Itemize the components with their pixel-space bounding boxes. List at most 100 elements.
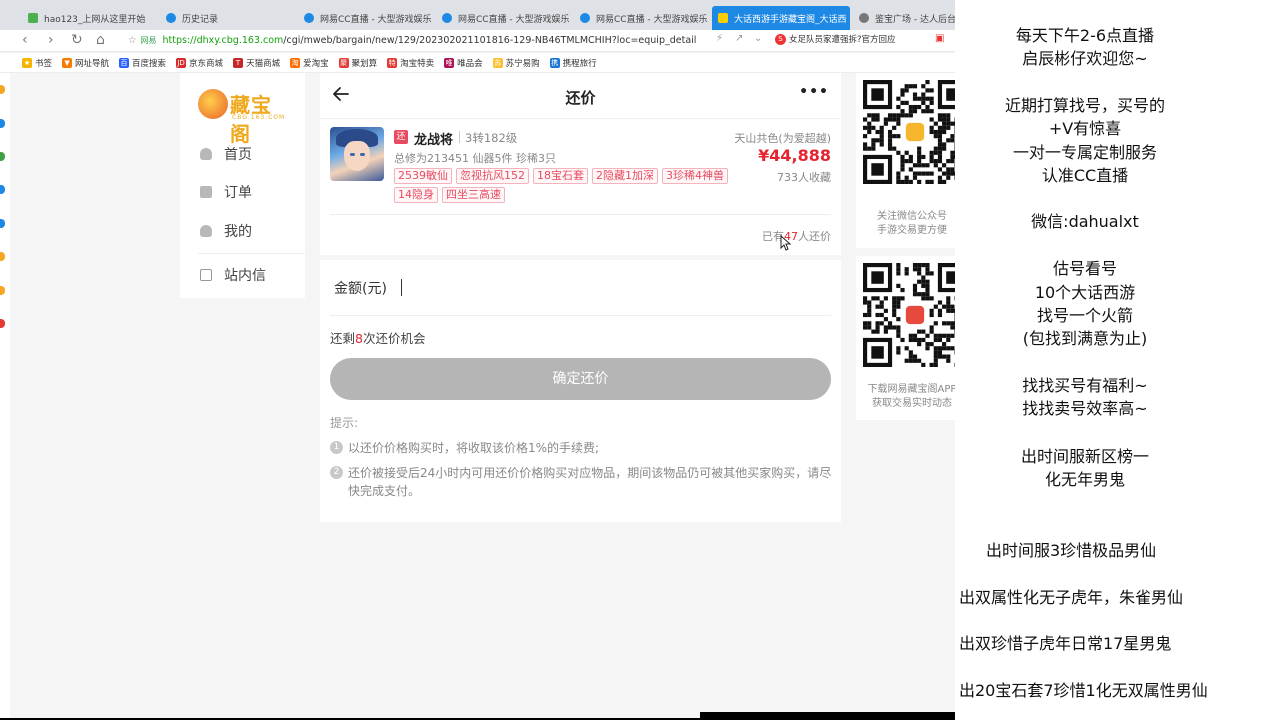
star-icon[interactable]: ☆ xyxy=(128,35,137,46)
tab-bar: hao123_上网从这里开始 历史记录 网易CC直播 - 大型游戏娱乐 网易CC… xyxy=(0,0,955,30)
home-icon[interactable]: ⌂ xyxy=(96,32,105,48)
sale-icon: 特 xyxy=(387,57,398,68)
tab-hao123[interactable]: hao123_上网从这里开始 xyxy=(22,6,157,30)
qr-module xyxy=(937,138,943,143)
avatar-eye xyxy=(360,153,365,156)
qr-module xyxy=(933,304,938,309)
attribute-tag: 18宝石套 xyxy=(533,168,588,184)
remaining-suffix: 次还价机会 xyxy=(362,331,426,346)
qr-module xyxy=(946,167,951,172)
bookmark-item[interactable]: 携携程旅行 xyxy=(549,57,597,69)
qr-module xyxy=(900,154,905,160)
role-name: 龙战将 xyxy=(414,133,454,148)
confirm-bargain-button[interactable]: 确定还价 xyxy=(330,358,831,400)
reload-icon[interactable]: ↻ xyxy=(71,32,83,48)
qr-module xyxy=(933,354,938,359)
character-avatar[interactable] xyxy=(330,127,384,181)
qr-module xyxy=(950,138,955,143)
qr-module xyxy=(867,308,872,313)
qr-module xyxy=(896,117,901,122)
qr-module xyxy=(937,113,943,118)
forward-icon[interactable]: › xyxy=(48,32,54,48)
qr-module xyxy=(904,159,909,164)
amount-input[interactable] xyxy=(401,279,402,296)
cc-live-icon xyxy=(442,13,452,23)
bookmark-label: 苏宁易购 xyxy=(505,58,540,69)
remaining-number: 8 xyxy=(355,331,363,346)
taobao-icon: 淘 xyxy=(290,57,301,68)
side-app-icon[interactable] xyxy=(0,119,5,128)
side-app-icon[interactable] xyxy=(0,185,5,194)
bookmark-item[interactable]: 苏苏宁易购 xyxy=(492,57,540,69)
search-input[interactable]: S 女足队员家遭强拆?官方回应 xyxy=(775,32,925,49)
back-icon[interactable]: ‹ xyxy=(22,32,28,48)
lightning-icon[interactable]: ⚡ xyxy=(716,33,723,44)
bookmark-label: 天猫商城 xyxy=(246,58,281,69)
bookmark-label: 携程旅行 xyxy=(562,58,597,69)
qr-module xyxy=(929,312,934,318)
sidebar-item-orders[interactable]: 订单 xyxy=(200,182,252,202)
extension-icon[interactable]: ▣ xyxy=(935,33,944,44)
url-field[interactable]: ☆ 网易 https://dhxy.cbg.163.com/cgi/mweb/bar… xyxy=(128,32,708,50)
attribute-tag: 2隐藏1加深 xyxy=(592,168,658,184)
panel-line: 微信:dahualxt xyxy=(1031,212,1139,231)
side-app-icon[interactable] xyxy=(0,252,5,261)
qr-module xyxy=(921,275,926,280)
tab-jianbao[interactable]: 鉴宝广场 - 达人后台系统 xyxy=(853,6,955,30)
panel-line: (包找到满意为止) xyxy=(1022,329,1148,348)
bookmarks-bar: ★ 书签 ▼ 网址导航 百百度搜索 JD 京东商城 T 天猫商城 淘爱淘宝 聚聚划算 特… xyxy=(0,53,955,73)
qr-module xyxy=(875,113,880,118)
sidebar-item-mine[interactable]: 我的 xyxy=(200,221,252,241)
qr-module xyxy=(900,88,905,93)
qr-module xyxy=(925,342,930,347)
sidebar: 藏宝阁 CBG.163.COM 首页 订单 我的 站内信 xyxy=(180,73,305,298)
panel-line: 每天下午2-6点直播 xyxy=(1015,26,1155,45)
side-app-icon[interactable] xyxy=(0,85,5,94)
qr-module xyxy=(942,163,947,168)
divider xyxy=(320,118,841,119)
qr-module xyxy=(900,159,905,164)
sidebar-item-home[interactable]: 首页 xyxy=(200,144,252,164)
chevron-down-icon[interactable]: ⌄ xyxy=(754,33,762,44)
cbg-logo[interactable]: 藏宝阁 CBG.163.COM xyxy=(198,87,290,146)
bookmark-item[interactable]: JD 京东商城 xyxy=(176,57,223,69)
more-icon[interactable]: ••• xyxy=(799,85,829,99)
qr-module xyxy=(887,138,893,143)
qr-module xyxy=(950,121,955,126)
qr-module xyxy=(929,96,934,101)
tip-item: 1 以还价价格购买时，将收取该价格1%的手续费; xyxy=(330,439,835,457)
bookmark-item[interactable]: 淘爱淘宝 xyxy=(290,57,329,69)
panel-line: 找找买号有福利~ xyxy=(1022,376,1148,395)
tab-history[interactable]: 历史记录 xyxy=(160,6,295,30)
share-icon[interactable]: ↗ xyxy=(735,33,743,44)
bookmark-item[interactable]: 聚聚划算 xyxy=(338,57,377,69)
tab-cc-live-2[interactable]: 网易CC直播 - 大型游戏娱乐 xyxy=(436,6,571,30)
qr-module xyxy=(937,333,943,338)
app-qr-card: 下载网易藏宝阁APP 获取交易实时动态 xyxy=(856,256,955,420)
tab-cbg-active[interactable]: 大话西游手游藏宝阁_大话西 × xyxy=(712,6,850,30)
bookmark-item[interactable]: 唯唯品会 xyxy=(444,57,483,69)
qr-module xyxy=(917,342,922,347)
bookmark-item[interactable]: 百百度搜索 xyxy=(119,57,166,69)
sidebar-item-messages[interactable]: 站内信 xyxy=(200,265,266,285)
side-app-icon[interactable] xyxy=(0,152,5,161)
qr-module xyxy=(896,329,901,334)
bookmark-item[interactable]: ▼ 网址导航 xyxy=(62,57,109,69)
tab-cc-live-3[interactable]: 网易CC直播 - 大型游戏娱乐 xyxy=(574,6,709,30)
qr-module xyxy=(921,96,926,101)
qr-module xyxy=(912,263,918,268)
qr-module xyxy=(929,88,934,93)
qr-module xyxy=(883,121,888,126)
bookmark-item[interactable]: 特淘宝特卖 xyxy=(387,57,434,69)
qr-module xyxy=(912,358,918,363)
side-app-icon[interactable] xyxy=(0,286,5,295)
tab-cc-live-1[interactable]: 网易CC直播 - 大型游戏娱乐 xyxy=(298,6,433,30)
side-app-icon[interactable] xyxy=(0,219,5,228)
qr-module xyxy=(942,321,947,326)
qr-module xyxy=(946,304,951,309)
qr-module xyxy=(942,346,947,351)
side-app-icon[interactable] xyxy=(0,319,5,328)
bookmark-item[interactable]: ★ 书签 xyxy=(22,57,52,69)
bookmark-item[interactable]: T 天猫商城 xyxy=(233,57,280,69)
qr-module xyxy=(937,350,943,355)
